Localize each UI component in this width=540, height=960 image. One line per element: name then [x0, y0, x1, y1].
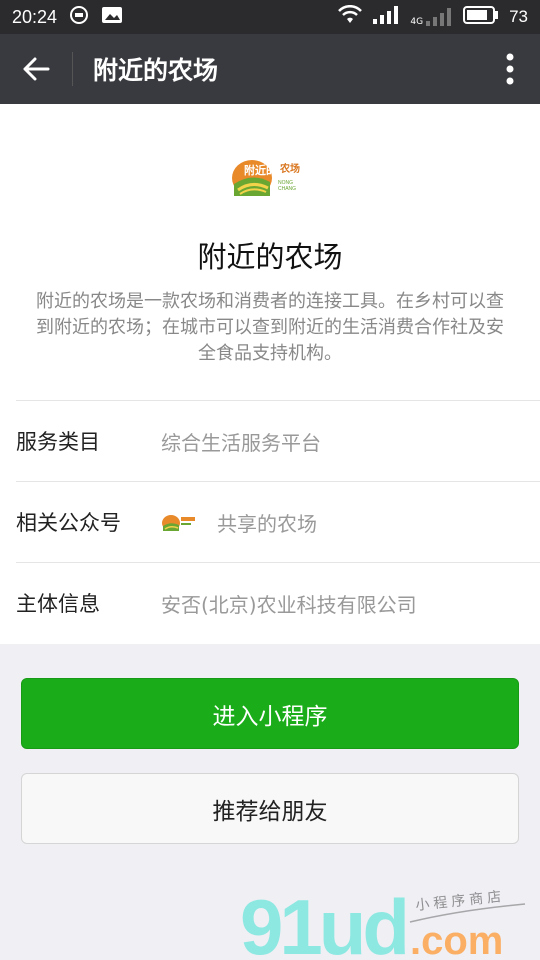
app-notification-icon [69, 5, 89, 30]
svg-text:附近的: 附近的 [244, 163, 277, 177]
info-list: 服务类目 综合生活服务平台 相关公众号 共享的农场 主体信息 安否(北京)农业科… [0, 400, 540, 643]
nav-divider [72, 52, 73, 86]
back-arrow-icon [23, 57, 50, 81]
status-time: 20:24 [12, 6, 58, 27]
back-button[interactable] [0, 34, 72, 104]
enter-mini-program-button[interactable]: 进入小程序 [21, 678, 519, 749]
official-account-label: 相关公众号 [16, 511, 121, 535]
status-right: 4G 73 [338, 4, 528, 30]
signal-icon [372, 5, 400, 30]
signal-4g-icon: 4G [410, 7, 453, 27]
info-row-entity: 主体信息 安否(北京)农业科技有限公司 [16, 562, 540, 643]
info-row-service-category: 服务类目 综合生活服务平台 [16, 400, 540, 481]
entity-label: 主体信息 [16, 592, 100, 616]
svg-text:小程序商店: 小程序商店 [415, 889, 506, 914]
app-name: 附近的农场 [197, 240, 343, 274]
recommend-to-friend-button[interactable]: 推荐给朋友 [21, 773, 519, 844]
network-type: 4G [410, 17, 424, 27]
official-account-name: 共享的农场 [217, 511, 317, 536]
watermark-logo: 91ud .com 小程序商店 [240, 880, 540, 960]
svg-text:.com: .com [410, 919, 503, 960]
official-account-value-wrap: 共享的农场 [161, 508, 317, 537]
more-vertical-icon [506, 53, 514, 85]
battery-level: 73 [509, 7, 528, 26]
profile-card: 附近的 农场 NONG CHANG 附近的农场 附近的农场是一款农场和消费者的连… [0, 104, 540, 644]
svg-text:91ud: 91ud [240, 883, 406, 960]
svg-text:农场: 农场 [279, 162, 300, 175]
navigation-bar: 附近的农场 [0, 34, 540, 104]
app-description: 附近的农场是一款农场和消费者的连接工具。在乡村可以查到附近的农场；在城市可以查到… [36, 291, 504, 364]
battery-icon [463, 5, 499, 29]
info-row-official-account[interactable]: 相关公众号 共享的农场 [16, 481, 540, 562]
service-category-label: 服务类目 [16, 430, 100, 454]
status-bar: 20:24 4G 73 [0, 0, 540, 34]
svg-text:CHANG: CHANG [278, 186, 296, 192]
image-notification-icon [101, 6, 123, 29]
official-account-logo [162, 515, 195, 531]
service-category-value: 综合生活服务平台 [161, 430, 321, 455]
app-logo: 附近的 农场 NONG CHANG [230, 150, 310, 200]
page-title: 附近的农场 [93, 56, 219, 85]
more-menu-button[interactable] [480, 34, 540, 104]
entity-value: 安否(北京)农业科技有限公司 [161, 592, 417, 617]
wifi-icon [338, 4, 363, 30]
